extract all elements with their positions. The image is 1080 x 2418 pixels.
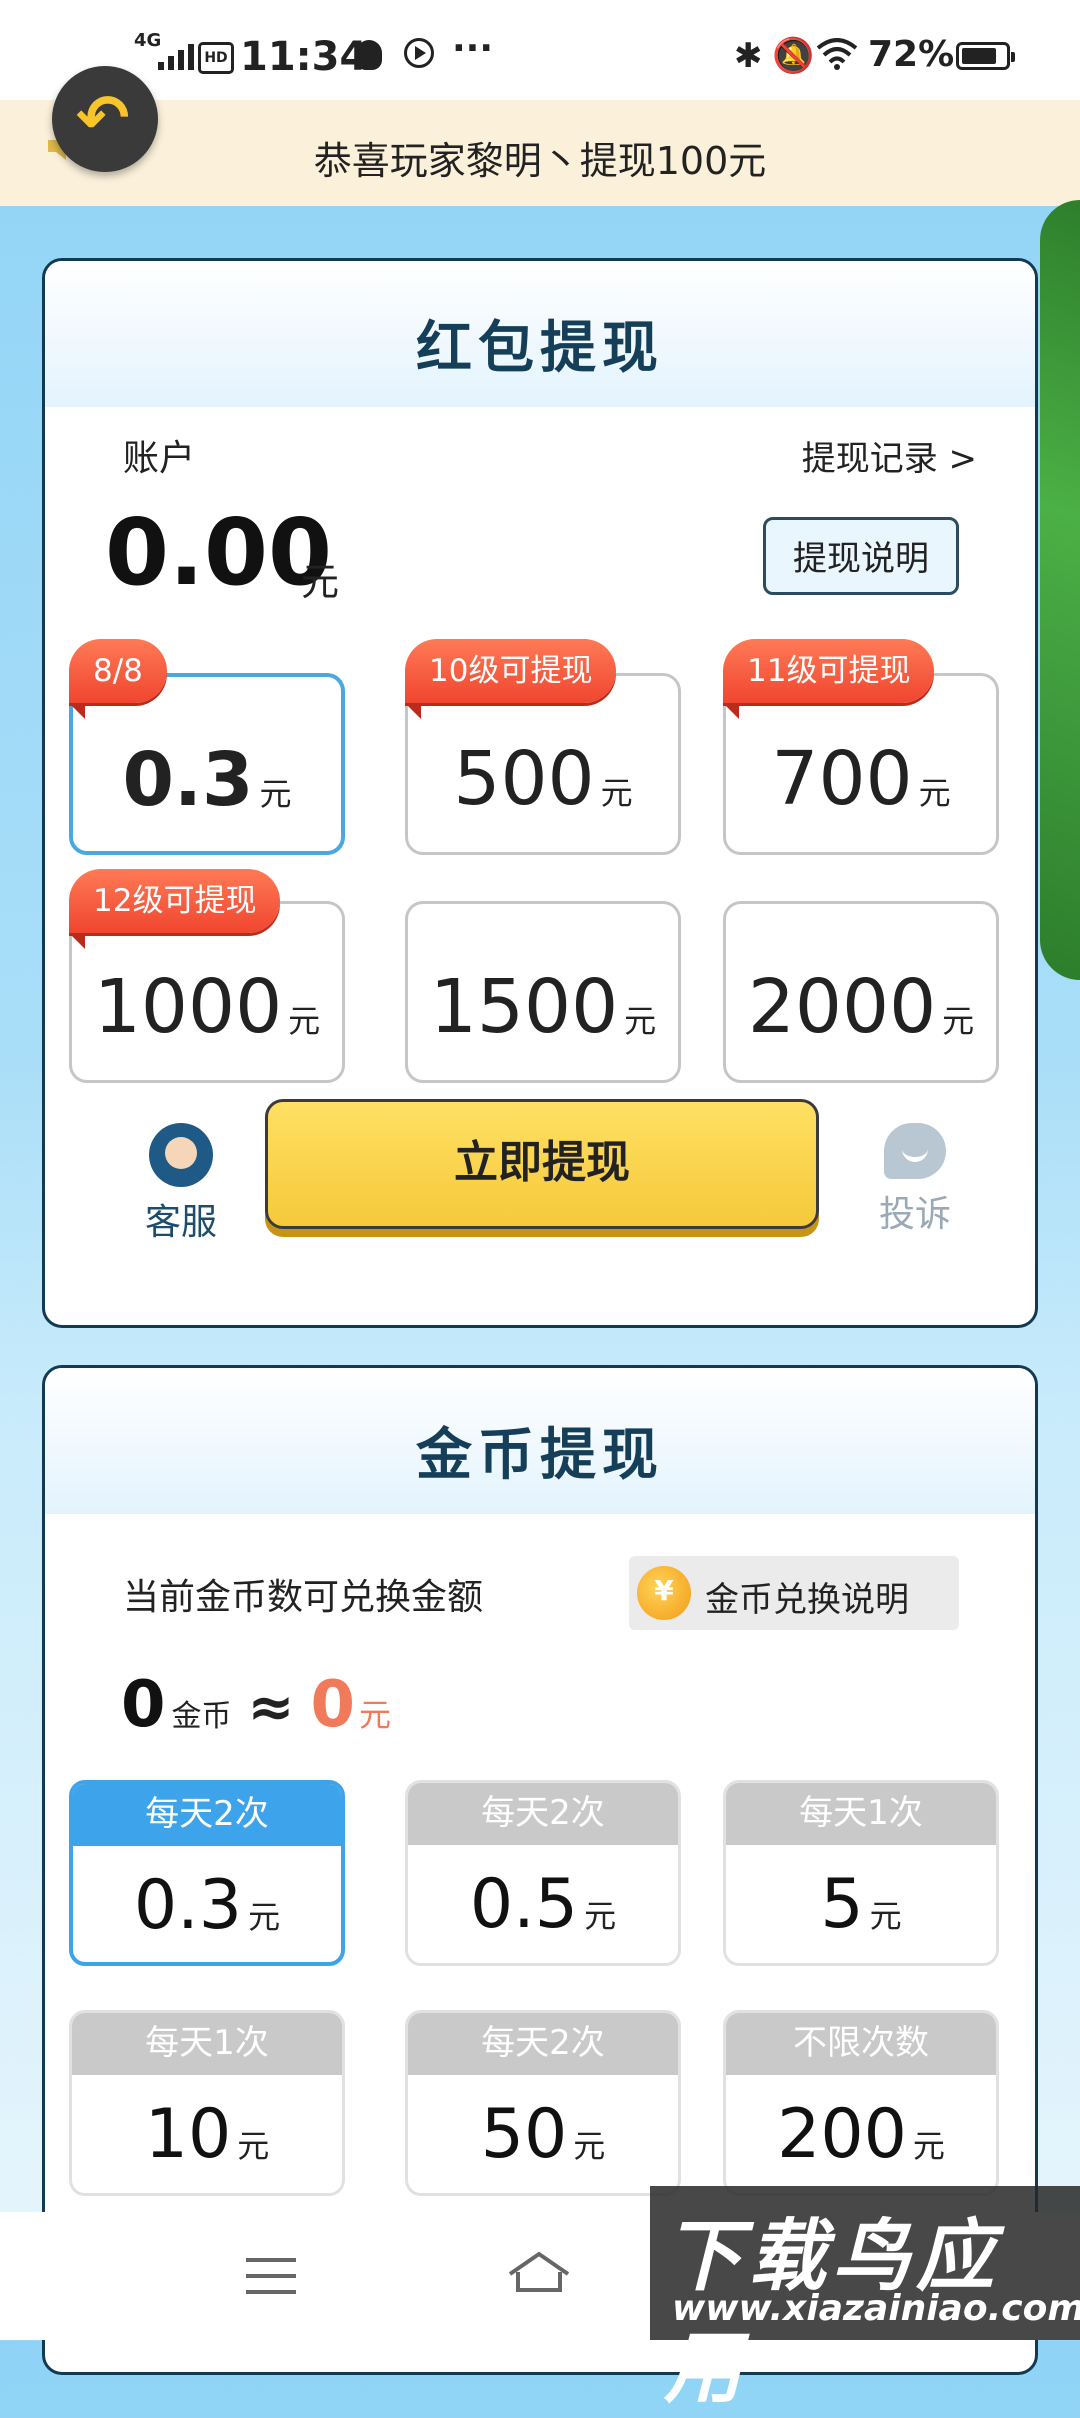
coin-explain-label: 金币兑换说明 — [705, 1580, 909, 1620]
coin-icon — [637, 1566, 691, 1620]
withdraw-option[interactable]: 2000 元 — [723, 901, 999, 1083]
back-button[interactable]: ↶ — [52, 66, 158, 172]
bluetooth-icon: ✱ — [734, 36, 763, 76]
play-icon — [404, 38, 434, 68]
withdraw-explain-button[interactable]: 提现说明 — [763, 517, 959, 595]
watermark-url: www.xiazainiao.com — [672, 2288, 1080, 2329]
customer-service-button[interactable]: 客服 — [131, 1123, 231, 1245]
money-value: 0 — [310, 1668, 355, 1742]
option-unit: 元 — [942, 1002, 975, 1040]
account-label: 账户 — [123, 438, 196, 479]
winner-notice-bar: 恭喜玩家黎明丶提现100元 — [0, 100, 1080, 206]
status-bar: 4G HD 11:34 ··· ✱ 🔕 72% — [0, 0, 1080, 100]
withdraw-record-link[interactable]: 提现记录 > — [802, 431, 977, 480]
menu-icon[interactable] — [246, 2258, 296, 2306]
option-unit: 元 — [918, 774, 951, 812]
option-badge: 12级可提现 — [69, 869, 281, 949]
option-unit: 元 — [248, 1898, 281, 1936]
option-amount: 500 — [453, 736, 595, 822]
option-badge: 11级可提现 — [723, 639, 935, 719]
battery-percent: 72% — [868, 34, 955, 75]
coin-option-limit: 不限次数 — [726, 2013, 996, 2075]
option-amount: 2000 — [747, 964, 937, 1050]
battery-icon — [956, 42, 1015, 70]
hd-icon: HD — [198, 42, 234, 74]
approx-sign: ≈ — [247, 1675, 295, 1740]
chat-bubble-icon — [884, 1123, 946, 1179]
qq-icon — [356, 40, 382, 70]
card-title: 金币提现 — [416, 1423, 664, 1488]
wifi-icon — [816, 38, 858, 70]
palm-tree-decoration — [1040, 200, 1080, 980]
coin-count: 0 — [121, 1668, 166, 1742]
option-unit: 元 — [624, 1002, 657, 1040]
coin-option-limit: 每天1次 — [72, 2013, 342, 2075]
headset-icon — [149, 1123, 213, 1187]
option-badge: 10级可提现 — [405, 639, 617, 719]
coin-option-limit: 每天2次 — [408, 2013, 678, 2075]
option-badge: 8/8 — [69, 639, 167, 719]
card-title: 红包提现 — [416, 316, 664, 381]
option-amount: 0.3 — [122, 737, 254, 823]
exchange-label: 当前金币数可兑换金额 — [123, 1577, 484, 1618]
option-unit: 元 — [912, 2127, 945, 2165]
coin-option[interactable]: 每天2次 0.3 元 — [69, 1780, 345, 1966]
option-amount: 200 — [777, 2095, 907, 2174]
withdraw-option[interactable]: 1500 元 — [405, 901, 681, 1083]
winner-notice-text: 恭喜玩家黎明丶提现100元 — [313, 139, 767, 183]
option-unit: 元 — [237, 2127, 270, 2165]
coin-exchange-row: 0 金币 ≈0 元 — [121, 1668, 391, 1742]
complaint-button[interactable]: 投诉 — [865, 1123, 965, 1237]
option-amount: 0.3 — [133, 1866, 243, 1945]
coin-option[interactable]: 每天1次 10 元 — [69, 2010, 345, 2196]
money-unit: 元 — [358, 1696, 391, 1734]
option-unit: 元 — [869, 1897, 902, 1935]
option-unit: 元 — [259, 775, 292, 813]
coin-unit: 金币 — [171, 1699, 232, 1734]
customer-service-label: 客服 — [144, 1202, 217, 1243]
option-amount: 700 — [771, 736, 913, 822]
coin-option[interactable]: 每天2次 50 元 — [405, 2010, 681, 2196]
more-icon: ··· — [452, 28, 494, 69]
home-icon[interactable] — [506, 2250, 572, 2294]
coin-option[interactable]: 每天1次 5元 — [723, 1780, 999, 1966]
coin-option[interactable]: 不限次数 200 元 — [723, 2010, 999, 2196]
option-amount: 10 — [144, 2095, 232, 2174]
option-unit: 元 — [573, 2127, 606, 2165]
clock: 11:34 — [240, 34, 368, 80]
option-amount: 0.5 — [469, 1865, 579, 1944]
card-header: 金币提现 — [45, 1368, 1035, 1514]
coin-explain-button[interactable]: 金币兑换说明 — [629, 1556, 959, 1630]
option-unit: 元 — [584, 1897, 617, 1935]
undo-arrow-icon: ↶ — [76, 82, 130, 156]
watermark: 下载鸟应用 www.xiazainiao.com — [650, 2186, 1080, 2414]
coin-option[interactable]: 每天2次 0.5 元 — [405, 1780, 681, 1966]
coin-option-limit: 每天2次 — [408, 1783, 678, 1845]
option-unit: 元 — [600, 774, 633, 812]
withdraw-now-button[interactable]: 立即提现 — [265, 1099, 819, 1229]
option-amount: 1000 — [93, 964, 283, 1050]
option-amount: 1500 — [429, 964, 619, 1050]
option-amount: 5 — [820, 1865, 864, 1944]
red-packet-withdraw-card: 红包提现 账户 提现记录 > 0.00 元 提现说明 0.3 元 8/8 500 元… — [42, 258, 1038, 1328]
mute-bell-icon: 🔕 — [772, 36, 815, 76]
option-amount: 50 — [480, 2095, 568, 2174]
signal-icon — [158, 44, 194, 70]
coin-option-limit: 每天1次 — [726, 1783, 996, 1845]
balance-unit: 元 — [301, 560, 340, 604]
complaint-label: 投诉 — [878, 1194, 951, 1235]
balance-value: 0.00 — [105, 499, 332, 606]
option-unit: 元 — [288, 1002, 321, 1040]
coin-option-limit: 每天2次 — [73, 1784, 341, 1846]
card-header: 红包提现 — [45, 261, 1035, 407]
